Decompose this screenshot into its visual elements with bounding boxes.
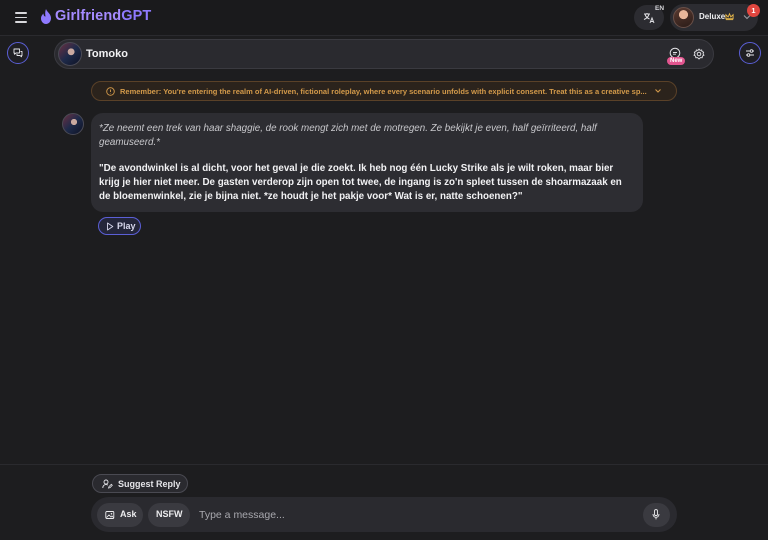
nsfw-toggle[interactable]: NSFW <box>148 503 190 527</box>
crown-icon <box>725 12 734 21</box>
play-label: Play <box>117 221 136 231</box>
message-avatar[interactable] <box>62 113 84 135</box>
chat-bubbles-icon <box>13 48 23 58</box>
image-icon <box>105 511 115 519</box>
language-code: EN <box>655 5 665 12</box>
character-header: Tomoko New <box>54 39 714 69</box>
play-icon <box>107 222 114 231</box>
microphone-icon <box>652 509 660 520</box>
menu-icon[interactable] <box>15 12 27 23</box>
new-badge: New <box>667 57 686 65</box>
character-avatar[interactable] <box>58 42 82 66</box>
suggest-reply-label: Suggest Reply <box>118 479 181 489</box>
message-speech-text: "De avondwinkel is al dicht, voor het ge… <box>99 163 622 202</box>
top-bar: GirlfriendGPT EN Deluxe 1 <box>0 0 768 36</box>
message-input[interactable] <box>199 505 619 525</box>
voice-button[interactable] <box>643 503 670 527</box>
roleplay-disclaimer[interactable]: Remember: You're entering the realm of A… <box>91 81 677 101</box>
message-action-text: *Ze neemt een trek van haar shaggie, de … <box>99 123 597 148</box>
chevron-down-icon <box>655 89 661 93</box>
app-logo[interactable]: GirlfriendGPT <box>40 8 151 24</box>
character-name[interactable]: Tomoko <box>86 48 128 60</box>
user-menu[interactable]: Deluxe <box>670 4 758 31</box>
ask-button[interactable]: Ask <box>97 503 143 527</box>
gear-icon[interactable] <box>693 48 705 60</box>
sliders-icon <box>746 49 754 57</box>
app-title: GirlfriendGPT <box>55 8 152 24</box>
message-bubble: *Ze neemt een trek van haar shaggie, de … <box>91 113 643 212</box>
avatar <box>673 7 694 28</box>
play-button[interactable]: Play <box>98 217 141 235</box>
nsfw-label: NSFW <box>156 509 183 519</box>
disclaimer-text: Remember: You're entering the realm of A… <box>120 87 647 96</box>
filters-button[interactable] <box>739 42 761 64</box>
chats-button[interactable] <box>7 42 29 64</box>
flame-icon <box>41 8 51 24</box>
translate-icon <box>643 13 655 24</box>
user-edit-icon <box>102 479 113 489</box>
user-plan-label: Deluxe <box>699 12 726 21</box>
ask-label: Ask <box>120 509 137 519</box>
info-icon <box>106 87 115 96</box>
notification-badge[interactable]: 1 <box>747 4 760 17</box>
message-composer: Ask NSFW <box>91 497 677 532</box>
suggest-reply-button[interactable]: Suggest Reply <box>92 474 188 493</box>
composer-divider <box>0 464 768 465</box>
